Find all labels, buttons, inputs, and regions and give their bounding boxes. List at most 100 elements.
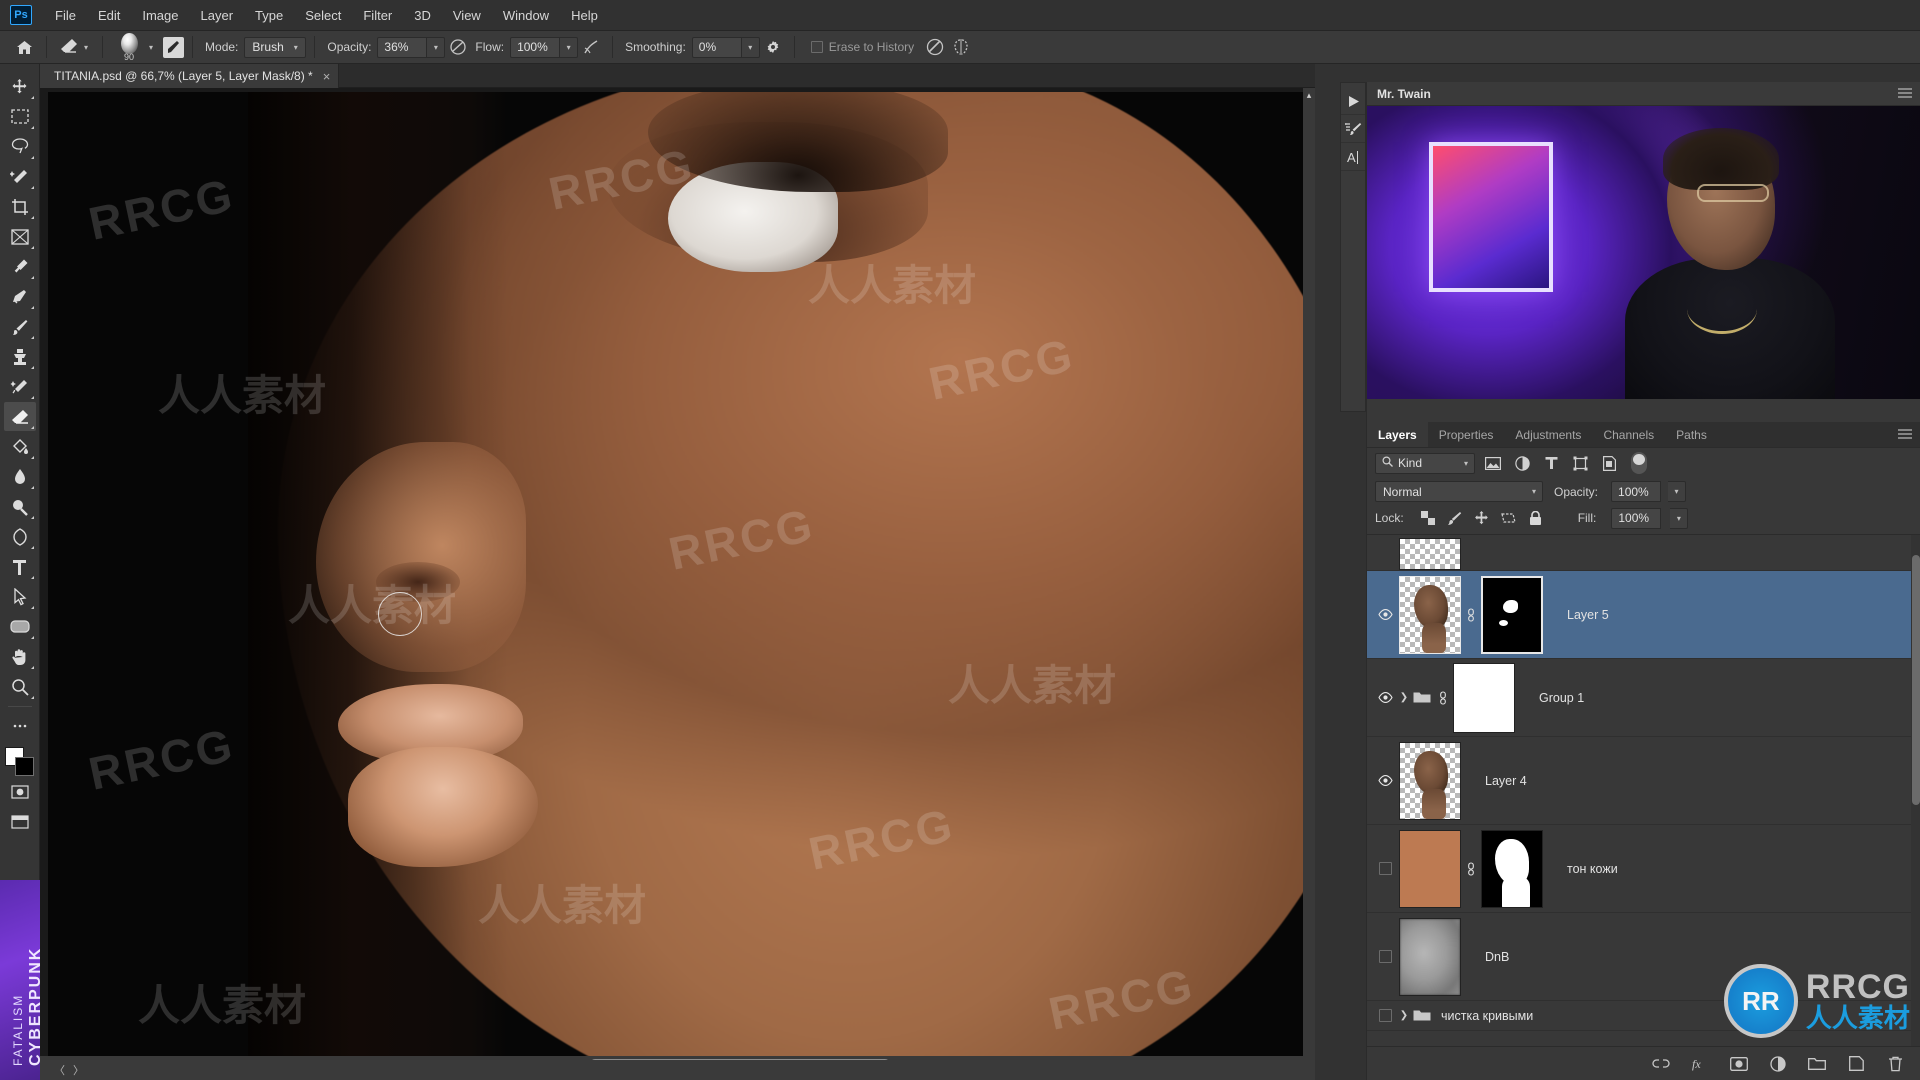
link-layers-button[interactable] xyxy=(1651,1054,1671,1074)
layer-opacity-stepper[interactable]: ▾ xyxy=(1668,481,1687,502)
gear-icon[interactable] xyxy=(760,35,786,59)
frame-tool[interactable] xyxy=(4,222,36,251)
tab-properties[interactable]: Properties xyxy=(1428,422,1505,447)
lock-artboard-nesting-icon[interactable] xyxy=(1500,509,1518,527)
opacity-stepper[interactable]: ▾ xyxy=(427,36,446,58)
layer-mask-thumbnail[interactable] xyxy=(1481,575,1543,654)
rectangular-marquee-tool[interactable] xyxy=(4,102,36,131)
layer-visibility-toggle[interactable] xyxy=(1373,692,1397,703)
layer-visibility-toggle[interactable] xyxy=(1373,609,1397,620)
symmetry-butterfly-icon[interactable] xyxy=(948,35,974,59)
panel-menu-icon[interactable] xyxy=(1898,87,1912,101)
next-state-arrow[interactable]: 〉 xyxy=(73,1062,84,1078)
dodge-tool[interactable] xyxy=(4,492,36,521)
mask-link-icon[interactable] xyxy=(1436,690,1450,705)
screen-mode-icon[interactable] xyxy=(4,807,36,836)
chevron-right-icon[interactable]: ❯ xyxy=(1397,1010,1411,1021)
zoom-tool[interactable] xyxy=(4,672,36,701)
filter-type-layers-icon[interactable] xyxy=(1540,453,1562,473)
close-icon[interactable]: × xyxy=(323,69,331,84)
blend-mode-select[interactable]: Normal ▾ xyxy=(1375,481,1543,502)
tab-adjustments[interactable]: Adjustments xyxy=(1504,422,1592,447)
layer-name[interactable]: Group 1 xyxy=(1539,691,1584,705)
hamburger-menu-icon[interactable] xyxy=(1898,428,1912,442)
document-canvas[interactable]: RRCG 人人素材 RRCG 人人素材 RRCG 人人素材 RRCG 人人素材 … xyxy=(48,92,1303,1060)
document-tab[interactable]: TITANIA.psd @ 66,7% (Layer 5, Layer Mask… xyxy=(40,64,340,88)
tool-preset-picker[interactable]: ▾ xyxy=(55,37,94,57)
home-icon[interactable] xyxy=(10,35,38,59)
layer-name[interactable]: Layer 4 xyxy=(1485,774,1527,788)
pressure-opacity-icon[interactable] xyxy=(445,35,471,59)
color-swatches[interactable] xyxy=(4,747,35,777)
layer-list-scrollbar[interactable] xyxy=(1911,535,1920,1046)
layer-visibility-toggle[interactable] xyxy=(1373,862,1397,875)
new-adjustment-layer-button[interactable] xyxy=(1768,1054,1788,1074)
filter-shape-layers-icon[interactable] xyxy=(1569,453,1591,473)
layer-mask-thumbnail[interactable] xyxy=(1481,829,1543,908)
scrollbar-thumb[interactable] xyxy=(1912,555,1920,805)
tab-layers[interactable]: Layers xyxy=(1367,422,1428,447)
menu-help[interactable]: Help xyxy=(560,4,609,27)
group-mask-thumbnail[interactable] xyxy=(1453,662,1515,733)
layer-style-button[interactable]: fx xyxy=(1690,1054,1710,1074)
filter-adjustment-layers-icon[interactable] xyxy=(1511,453,1533,473)
menu-image[interactable]: Image xyxy=(131,4,189,27)
brush-settings-icon[interactable] xyxy=(163,36,185,58)
pen-tool[interactable] xyxy=(4,522,36,551)
tab-channels[interactable]: Channels xyxy=(1592,422,1665,447)
menu-type[interactable]: Type xyxy=(244,4,294,27)
rectangle-shape-tool[interactable] xyxy=(4,612,36,641)
move-tool[interactable] xyxy=(4,72,36,101)
brush-tool[interactable] xyxy=(4,312,36,341)
fill-stepper[interactable]: ▾ xyxy=(1670,507,1689,529)
chevron-down-icon[interactable]: ▾ xyxy=(82,43,90,52)
smoothing-input[interactable]: 0% xyxy=(691,36,742,58)
magic-wand-tool[interactable] xyxy=(4,162,36,191)
airbrush-icon[interactable] xyxy=(578,35,604,59)
table-row[interactable] xyxy=(1367,535,1920,571)
menu-window[interactable]: Window xyxy=(492,4,560,27)
layer-name[interactable]: Layer 5 xyxy=(1567,608,1609,622)
menu-layer[interactable]: Layer xyxy=(190,4,245,27)
crop-tool[interactable] xyxy=(4,192,36,221)
flow-input[interactable]: 100% xyxy=(510,36,561,58)
layer-thumbnail[interactable] xyxy=(1399,538,1461,570)
video-frame[interactable] xyxy=(1367,106,1920,399)
prev-state-arrow[interactable]: 〈 xyxy=(54,1062,65,1078)
fill-input[interactable]: 100% xyxy=(1611,507,1662,529)
history-brush-tool[interactable] xyxy=(4,372,36,401)
table-row[interactable]: Layer 5 xyxy=(1367,571,1920,659)
path-selection-tool[interactable] xyxy=(4,582,36,611)
menu-filter[interactable]: Filter xyxy=(352,4,403,27)
new-group-button[interactable] xyxy=(1807,1054,1827,1074)
mask-link-icon[interactable] xyxy=(1464,607,1478,622)
layer-thumbnail[interactable] xyxy=(1399,741,1461,820)
filter-kind-select[interactable]: Kind ▾ xyxy=(1375,452,1475,474)
lock-position-icon[interactable] xyxy=(1473,509,1491,527)
eyedropper-tool[interactable] xyxy=(4,252,36,281)
more-tools-button[interactable] xyxy=(4,711,36,740)
layer-opacity-input[interactable]: 100% xyxy=(1611,481,1662,502)
lock-image-pixels-icon[interactable] xyxy=(1446,509,1464,527)
layer-visibility-toggle[interactable] xyxy=(1373,950,1397,963)
opacity-input[interactable]: 36% xyxy=(377,36,428,58)
table-row[interactable]: ❯ Group 1 xyxy=(1367,659,1920,737)
menu-3d[interactable]: 3D xyxy=(403,4,442,27)
blur-tool[interactable] xyxy=(4,462,36,491)
canvas-area[interactable]: RRCG 人人素材 RRCG 人人素材 RRCG 人人素材 RRCG 人人素材 … xyxy=(40,88,1315,1060)
menu-select[interactable]: Select xyxy=(294,4,352,27)
quick-mask-icon[interactable] xyxy=(4,777,36,806)
delete-layer-button[interactable] xyxy=(1885,1054,1905,1074)
layer-name[interactable]: чистка кривыми xyxy=(1441,1009,1533,1023)
play-triangle-icon[interactable] xyxy=(1341,89,1365,115)
hand-tool[interactable] xyxy=(4,642,36,671)
table-row[interactable]: тон кожи xyxy=(1367,825,1920,913)
layer-name[interactable]: DnB xyxy=(1485,950,1509,964)
paint-bucket-tool[interactable] xyxy=(4,432,36,461)
clone-stamp-tool[interactable] xyxy=(4,342,36,371)
brush-preset-picker[interactable]: 90 xyxy=(111,32,147,62)
mode-select[interactable]: Brush ▾ xyxy=(244,36,307,58)
lock-all-icon[interactable] xyxy=(1527,509,1545,527)
lock-transparent-pixels-icon[interactable] xyxy=(1419,509,1437,527)
canvas-vertical-scrollbar[interactable]: ▴ xyxy=(1303,88,1315,1056)
